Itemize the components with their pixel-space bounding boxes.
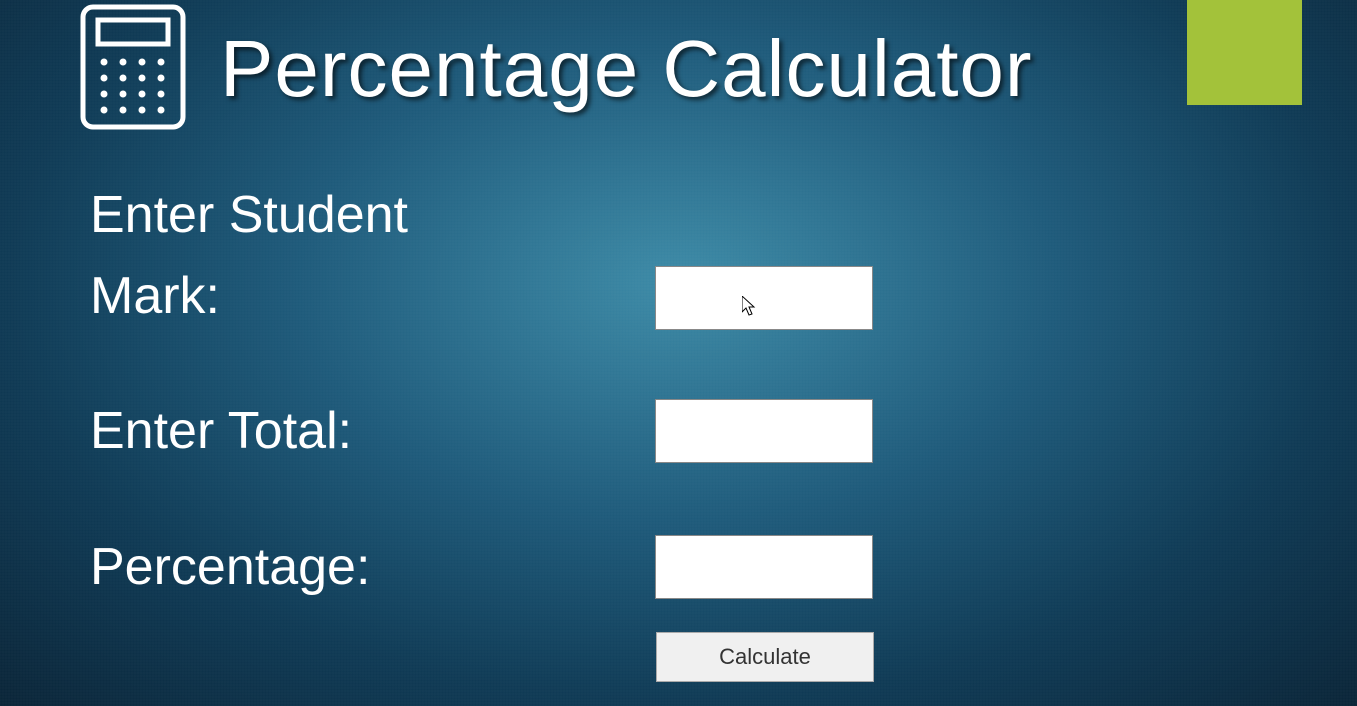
calculator-icon <box>78 2 188 137</box>
student-mark-input[interactable] <box>655 266 873 330</box>
total-row: Enter Total: <box>90 391 873 472</box>
header: Percentage Calculator <box>78 0 1033 137</box>
accent-decoration <box>1187 0 1302 105</box>
calculate-button[interactable]: Calculate <box>656 632 874 682</box>
percentage-output[interactable] <box>655 535 873 599</box>
percentage-label: Percentage: <box>90 527 655 608</box>
student-mark-label: Enter StudentMark: <box>90 175 655 336</box>
page-title: Percentage Calculator <box>220 23 1033 115</box>
percentage-row: Percentage: <box>90 527 873 608</box>
total-input[interactable] <box>655 399 873 463</box>
calculator-form: Enter StudentMark: Enter Total: Percenta… <box>90 175 873 662</box>
student-mark-row: Enter StudentMark: <box>90 175 873 336</box>
total-label: Enter Total: <box>90 391 655 472</box>
